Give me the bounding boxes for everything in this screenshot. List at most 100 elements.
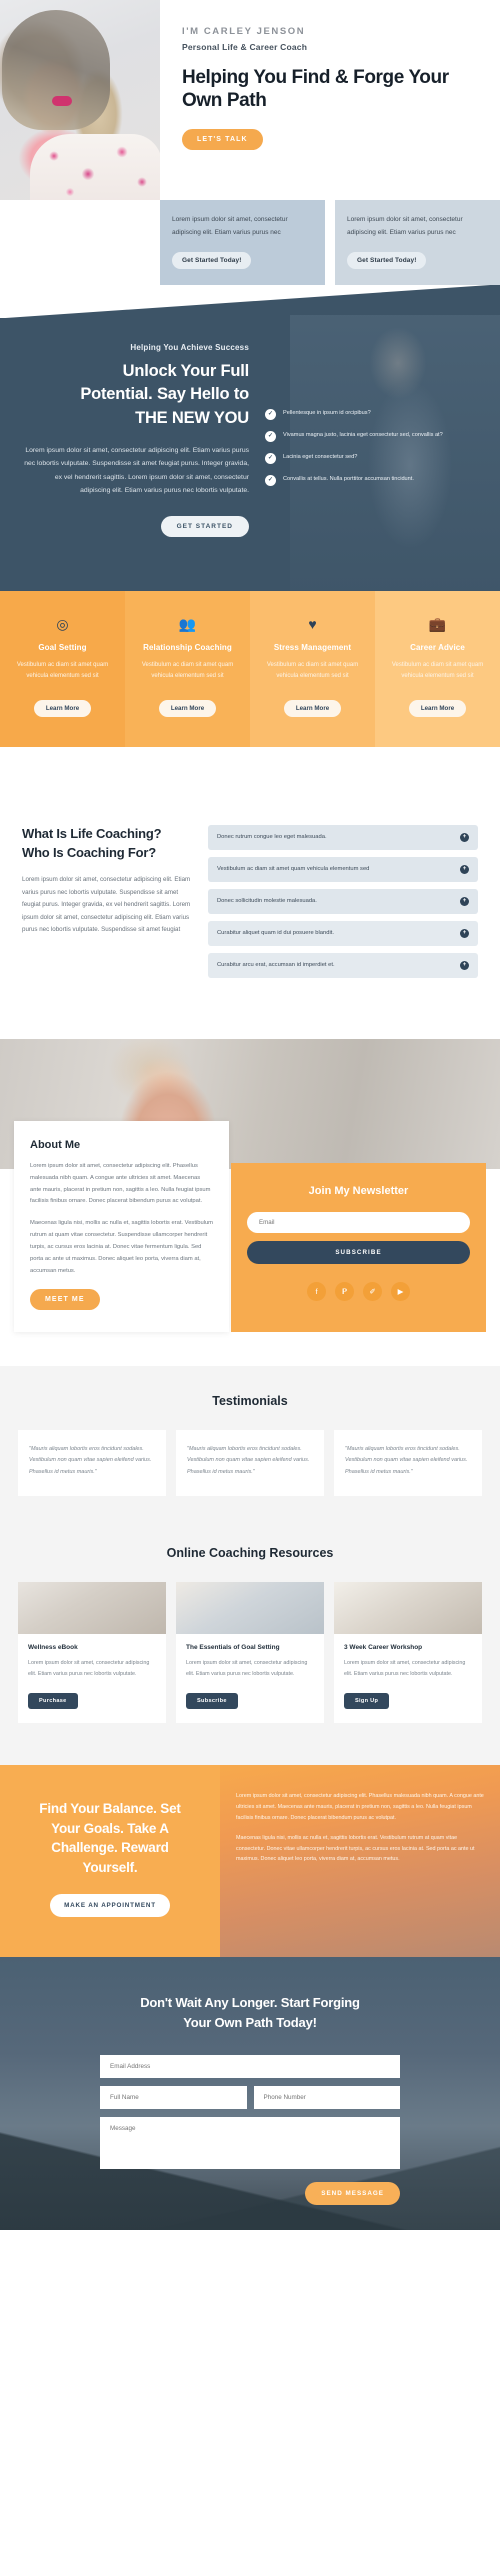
accordion-question: Curabitur arcu erat, accumsan id imperdi… [217, 962, 335, 969]
checklist-item-label: Vivamus magna justo, lacinia eget consec… [283, 432, 443, 439]
twitter-icon[interactable]: ✐ [363, 1281, 382, 1301]
plus-icon[interactable]: + [460, 960, 469, 970]
briefcase-icon: 💼 [428, 616, 447, 632]
contact-section: Don't Wait Any Longer. Start Forging You… [0, 1956, 500, 2230]
send-message-button[interactable]: SEND MESSAGE [305, 2181, 400, 2205]
meet-me-button[interactable]: MEET ME [30, 1288, 100, 1310]
plus-icon[interactable]: + [460, 864, 469, 874]
hero-subhead: Personal Life & Career Coach [182, 42, 308, 52]
unlock-checklist: ✓ Pellentesque in ipsum id orcipibus? ✓ … [265, 343, 476, 537]
unlock-potential-section: Helping You Achieve Success Unlock Your … [0, 285, 500, 591]
plus-icon[interactable]: + [460, 832, 469, 842]
service-text: Vestibulum ac diam sit amet quam vehicul… [266, 662, 359, 680]
checklist-item-label: Pellentesque in ipsum id orcipibus? [283, 410, 371, 417]
plus-icon[interactable]: + [460, 928, 469, 938]
newsletter-title: Join My Newsletter [308, 1184, 409, 1197]
email-field[interactable] [100, 2054, 400, 2078]
checklist-item-label: Lacinia eget consectetur sed? [283, 454, 358, 461]
resource-title: The Essentials of Goal Setting [186, 1644, 280, 1652]
contact-form: SEND MESSAGE [100, 2054, 400, 2205]
about-card: About Me Lorem ipsum dolor sit amet, con… [14, 1120, 229, 1332]
subscribe-button[interactable]: SUBSCRIBE [247, 1240, 470, 1264]
balance-cta-section: Find Your Balance. Set Your Goals. Take … [0, 1765, 500, 1957]
accordion-item-3[interactable]: Donec sollicitudin molestie malesuada. + [208, 888, 478, 914]
testimonial-card-1: "Mauris aliquam lobortis eros tincidunt … [18, 1429, 166, 1497]
service-title: Stress Management [273, 643, 352, 652]
portrait-hair [2, 10, 110, 130]
resource-image [18, 1582, 166, 1635]
checklist-item: ✓ Lacinia eget consectetur sed? [265, 453, 476, 465]
balance-paragraph-1: Lorem ipsum dolor sit amet, consectetur … [236, 1793, 484, 1821]
faq-title-line2: Who Is Coaching For? [22, 844, 156, 860]
about-paragraph-1: Lorem ipsum dolor sit amet, consectetur … [30, 1162, 211, 1205]
learn-more-button-goal-setting[interactable]: Learn More [33, 699, 92, 717]
accordion-item-1[interactable]: Donec rutrum congue leo eget malesuada. … [208, 824, 478, 850]
landing-page: I'M CARLEY JENSON Personal Life & Career… [0, 0, 500, 2230]
lets-talk-button[interactable]: LET'S TALK [182, 129, 263, 151]
learn-more-button-stress-management[interactable]: Learn More [283, 699, 342, 717]
hero-copy: I'M CARLEY JENSON Personal Life & Career… [160, 0, 500, 200]
hero-card-2: Lorem ipsum dolor sit amet, consectetur … [335, 200, 500, 286]
accordion-item-5[interactable]: Curabitur arcu erat, accumsan id imperdi… [208, 952, 478, 978]
pinterest-icon[interactable]: 𝐏 [335, 1281, 354, 1301]
subscribe-button-resource[interactable]: Subscribe [186, 1693, 238, 1710]
testimonial-quote: "Mauris aliquam lobortis eros tincidunt … [29, 1445, 152, 1475]
get-started-button[interactable]: GET STARTED [160, 516, 249, 537]
plus-icon[interactable]: + [460, 896, 469, 906]
accordion-question: Donec sollicitudin molestie malesuada. [217, 898, 317, 905]
phone-field[interactable] [253, 2085, 400, 2109]
page-title: Helping You Find & Forge Your Own Path [182, 67, 449, 112]
checklist-item: ✓ Vivamus magna justo, lacinia eget cons… [265, 431, 476, 443]
faq-body: Lorem ipsum dolor sit amet, consectetur … [22, 876, 191, 934]
resource-text: Lorem ipsum dolor sit amet, consectetur … [186, 1660, 308, 1677]
resource-card-2: The Essentials of Goal Setting Lorem ips… [176, 1582, 324, 1724]
hero-section: I'M CARLEY JENSON Personal Life & Career… [0, 0, 500, 200]
checklist-item: ✓ Pellentesque in ipsum id orcipibus? [265, 409, 476, 421]
balance-title-line4: Yourself. [82, 1860, 138, 1876]
resource-title: Wellness eBook [28, 1644, 78, 1652]
accordion-question: Donec rutrum congue leo eget malesuada. [217, 834, 327, 841]
learn-more-button-career-advice[interactable]: Learn More [408, 699, 467, 717]
unlock-eyebrow: Helping You Achieve Success [130, 343, 249, 353]
balance-copy: Find Your Balance. Set Your Goals. Take … [0, 1765, 220, 1956]
hero-card-2-text: Lorem ipsum dolor sit amet, consectetur … [347, 216, 463, 236]
check-icon: ✓ [265, 453, 276, 465]
testimonial-card-3: "Mauris aliquam lobortis eros tincidunt … [334, 1429, 482, 1497]
make-appointment-button[interactable]: MAKE AN APPOINTMENT [50, 1893, 170, 1917]
testimonial-quote: "Mauris aliquam lobortis eros tincidunt … [345, 1445, 468, 1475]
resources-section: Online Coaching Resources Wellness eBook… [0, 1536, 500, 1766]
accordion-item-2[interactable]: Vestibulum ac diam sit amet quam vehicul… [208, 856, 478, 882]
resource-card-1: Wellness eBook Lorem ipsum dolor sit ame… [18, 1582, 166, 1724]
sign-up-button[interactable]: Sign Up [344, 1693, 390, 1710]
service-card-goal-setting: ◎ Goal Setting Vestibulum ac diam sit am… [0, 591, 125, 747]
service-title: Relationship Coaching [143, 643, 232, 652]
unlock-title-line1: Unlock Your Full [122, 362, 250, 381]
balance-title: Find Your Balance. Set Your Goals. Take … [18, 1799, 202, 1877]
check-icon: ✓ [265, 409, 276, 421]
faq-title: What Is Life Coaching? Who Is Coaching F… [22, 825, 192, 863]
resource-image [334, 1582, 482, 1635]
testimonials-title: Testimonials [212, 1393, 288, 1408]
service-card-stress-management: ♥ Stress Management Vestibulum ac diam s… [250, 591, 375, 747]
facebook-icon[interactable]: f [307, 1281, 326, 1301]
message-field[interactable] [100, 2116, 400, 2169]
unlock-body: Lorem ipsum dolor sit amet, consectetur … [24, 446, 249, 495]
balance-title-line1: Find Your Balance. Set [39, 1801, 181, 1817]
learn-more-button-relationship-coaching[interactable]: Learn More [158, 699, 217, 717]
newsletter-email-input[interactable] [247, 1211, 470, 1233]
accordion-item-4[interactable]: Curabitur aliquet quam id dui posuere bl… [208, 920, 478, 946]
full-name-field[interactable] [100, 2085, 247, 2109]
hero-cards: Lorem ipsum dolor sit amet, consectetur … [0, 200, 500, 286]
get-started-button-2[interactable]: Get Started Today! [347, 252, 427, 270]
purchase-button[interactable]: Purchase [28, 1693, 78, 1710]
check-icon: ✓ [265, 475, 276, 487]
unlock-title: Unlock Your Full Potential. Say Hello to… [24, 360, 249, 429]
unlock-title-line3: THE NEW YOU [135, 408, 249, 427]
about-paragraph-2: Maecenas ligula nisi, mollis ac nulla et… [30, 1220, 214, 1274]
accordion-question: Vestibulum ac diam sit amet quam vehicul… [217, 866, 370, 873]
service-title: Goal Setting [38, 643, 87, 652]
people-icon: 👥 [178, 616, 197, 632]
get-started-button-1[interactable]: Get Started Today! [172, 252, 252, 270]
testimonial-card-2: "Mauris aliquam lobortis eros tincidunt … [176, 1429, 324, 1497]
youtube-icon[interactable]: ▶ [391, 1281, 410, 1301]
